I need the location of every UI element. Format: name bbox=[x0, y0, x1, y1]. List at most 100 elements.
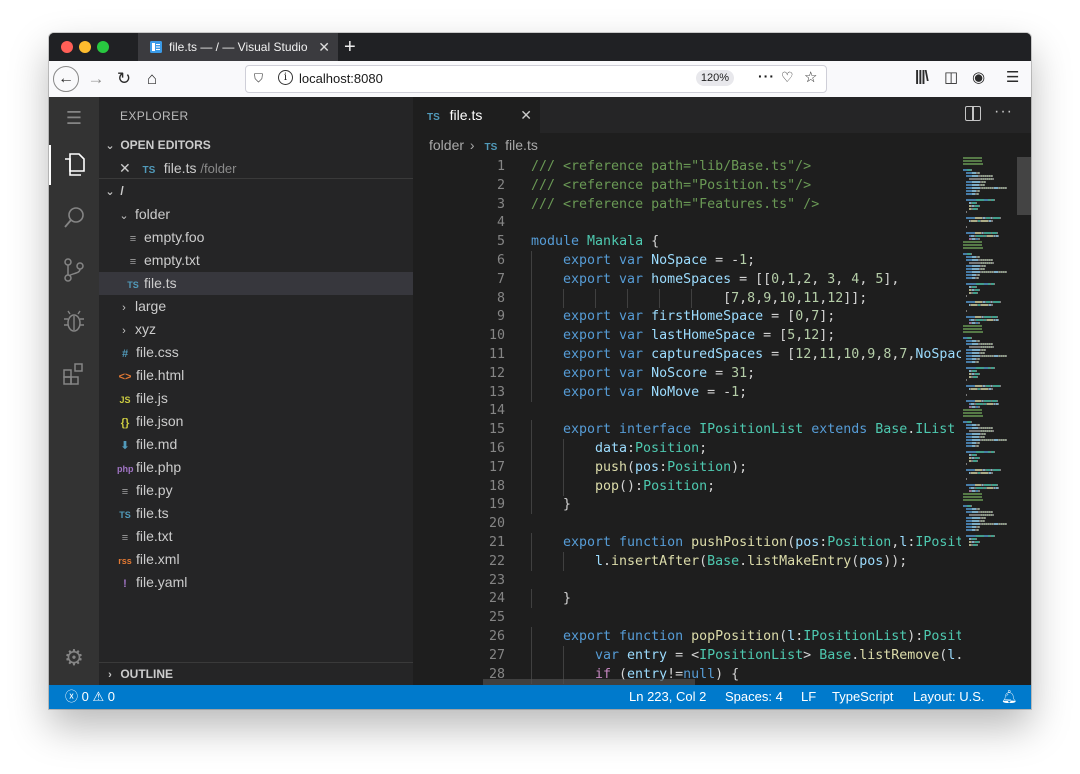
reload-icon[interactable]: ↻ bbox=[113, 68, 135, 90]
keyboard-layout[interactable]: Layout: U.S. bbox=[913, 685, 985, 709]
more-actions-icon[interactable]: ··· bbox=[994, 103, 1013, 121]
code-line[interactable]: 14 bbox=[413, 401, 961, 420]
tree-item[interactable]: {} file.json bbox=[99, 410, 413, 433]
hamburger-menu-icon[interactable]: ☰ bbox=[61, 105, 87, 131]
cursor-position[interactable]: Ln 223, Col 2 bbox=[629, 685, 706, 709]
tree-item[interactable]: ⌄ folder bbox=[99, 203, 413, 226]
tree-item[interactable]: › xyz bbox=[99, 318, 413, 341]
code-line[interactable]: 11 export var capturedSpaces = [12,11,10,… bbox=[413, 345, 961, 364]
settings-gear-icon[interactable]: ⚙ bbox=[61, 645, 87, 671]
explorer-files-icon[interactable] bbox=[61, 152, 87, 178]
code-line[interactable]: 7 export var homeSpaces = [[0,1,2, 3, 4, … bbox=[413, 269, 961, 289]
bookmark-star-icon[interactable]: ☆ bbox=[804, 68, 817, 86]
tree-item[interactable]: › large bbox=[99, 295, 413, 318]
tree-item[interactable]: ≡ file.txt bbox=[99, 525, 413, 548]
code-line[interactable]: 4 bbox=[413, 213, 961, 232]
source-control-icon[interactable] bbox=[61, 257, 87, 283]
breadcrumb-file[interactable]: file.ts bbox=[505, 137, 538, 153]
vertical-scrollbar[interactable] bbox=[1017, 157, 1031, 685]
forward-arrow-icon[interactable]: → bbox=[85, 68, 107, 90]
open-editor-item[interactable]: ✕ TS file.ts /folder bbox=[99, 157, 413, 180]
tree-item[interactable]: ! file.yaml bbox=[99, 571, 413, 594]
tree-item[interactable]: TS file.ts bbox=[99, 272, 413, 295]
workspace-root-section[interactable]: ⌄ / bbox=[99, 180, 413, 203]
tree-item[interactable]: # file.css bbox=[99, 341, 413, 364]
close-window-button[interactable] bbox=[61, 41, 73, 53]
minimap[interactable] bbox=[961, 157, 1017, 557]
back-arrow-icon[interactable]: ← bbox=[53, 66, 79, 92]
code-token: IPositionList bbox=[803, 629, 908, 644]
code-line[interactable]: 15 export interface IPositionList extends… bbox=[413, 420, 961, 440]
tree-item[interactable]: ≡ empty.txt bbox=[99, 249, 413, 272]
editor-tab-file-ts[interactable]: TS file.ts ✕ bbox=[413, 97, 540, 133]
code-line[interactable]: 27 var entry = <IPositionList> Base. listR… bbox=[413, 645, 961, 665]
tree-item[interactable]: ≡ empty.foo bbox=[99, 226, 413, 249]
code-token: export bbox=[563, 309, 620, 325]
code-line[interactable]: 5 module Mankala { bbox=[413, 232, 961, 251]
shield-icon[interactable]: ⛉ bbox=[254, 71, 263, 86]
code-line[interactable]: 22 l.insertAfter(Base.listMakeEntry(pos))… bbox=[413, 551, 961, 571]
home-icon[interactable]: ⌂ bbox=[141, 68, 163, 90]
tree-item[interactable]: TS file.ts bbox=[99, 502, 413, 525]
open-editors-section[interactable]: ⌄ OPEN EDITORS bbox=[99, 134, 413, 157]
code-line[interactable]: 17 push(pos:Position); bbox=[413, 457, 961, 477]
code-line[interactable]: 12 export var NoScore = 31; bbox=[413, 363, 961, 383]
new-tab-button[interactable]: + bbox=[344, 35, 356, 59]
code-line[interactable]: 19} bbox=[413, 495, 961, 515]
code-line[interactable]: 8 [7,8,9,10,11,12]]; bbox=[413, 288, 961, 308]
code-line[interactable]: 10 export var lastHomeSpace = [5,12]; bbox=[413, 326, 961, 346]
code-line[interactable]: 13 export var NoMove = -1; bbox=[413, 382, 961, 402]
breadcrumb-folder[interactable]: folder bbox=[429, 137, 464, 153]
code-token: export bbox=[563, 365, 620, 381]
close-editor-icon[interactable]: ✕ bbox=[119, 157, 137, 180]
code-line[interactable]: 21 export function pushPosition(pos:Posit… bbox=[413, 533, 961, 552]
indentation-setting[interactable]: Spaces: 4 bbox=[725, 685, 783, 709]
sidebar-icon[interactable]: ◫ bbox=[944, 68, 958, 86]
debug-bug-icon[interactable] bbox=[61, 309, 87, 335]
address-bar[interactable]: ⛉ i localhost:8080 120% ··· ♡ ☆ bbox=[245, 65, 827, 93]
outline-label: OUTLINE bbox=[120, 667, 174, 681]
outline-section[interactable]: › OUTLINE bbox=[99, 663, 413, 686]
tree-item[interactable]: ≡ file.py bbox=[99, 479, 413, 502]
code-line[interactable]: 6 export var NoSpace = -1; bbox=[413, 251, 961, 270]
tree-item[interactable]: php file.php bbox=[99, 456, 413, 479]
code-line[interactable]: 3 /// <reference path="Features.ts" /> bbox=[413, 195, 961, 214]
tree-item[interactable]: ⬇ file.md bbox=[99, 433, 413, 456]
minimize-window-button[interactable] bbox=[79, 41, 91, 53]
code-line[interactable]: 24} bbox=[413, 589, 961, 609]
tree-item[interactable]: <> file.html bbox=[99, 364, 413, 387]
info-icon[interactable]: i bbox=[278, 70, 293, 85]
notifications-bell-icon[interactable]: 🔔︎ bbox=[1001, 685, 1018, 709]
extensions-icon[interactable] bbox=[61, 361, 87, 387]
maximize-window-button[interactable] bbox=[97, 41, 109, 53]
tree-item[interactable]: rss file.xml bbox=[99, 548, 413, 571]
scrollbar-thumb[interactable] bbox=[1017, 157, 1031, 215]
code-line[interactable]: 20 bbox=[413, 514, 961, 533]
end-of-line[interactable]: LF bbox=[801, 685, 816, 709]
browser-tab[interactable]: file.ts — / — Visual Studio Code ✕ bbox=[138, 33, 338, 61]
code-line[interactable]: 9 export var firstHomeSpace = [0,7]; bbox=[413, 307, 961, 327]
code-line[interactable]: 1 /// <reference path="lib/Base.ts"/> bbox=[413, 157, 961, 176]
code-line[interactable]: 16 data:Position; bbox=[413, 439, 961, 458]
url-text[interactable]: localhost:8080 bbox=[299, 71, 383, 86]
close-tab-icon[interactable]: ✕ bbox=[318, 39, 330, 55]
more-icon[interactable]: ··· bbox=[758, 68, 775, 84]
language-mode[interactable]: TypeScript bbox=[832, 685, 893, 709]
code-line[interactable]: 18 pop():Position; bbox=[413, 476, 961, 496]
tree-item[interactable]: JS file.js bbox=[99, 387, 413, 410]
menu-icon[interactable]: ☰ bbox=[1006, 68, 1019, 86]
account-icon[interactable]: ◉ bbox=[972, 68, 985, 86]
close-tab-icon[interactable]: ✕ bbox=[520, 97, 532, 133]
code-line[interactable]: 25 bbox=[413, 608, 961, 627]
minimap-line bbox=[977, 208, 978, 210]
split-editor-icon[interactable] bbox=[965, 106, 981, 121]
problems-indicator[interactable]: ⓧ 0 ⚠ 0 bbox=[65, 685, 115, 709]
code-line[interactable]: 23 bbox=[413, 571, 961, 590]
code-line[interactable]: 2 /// <reference path="Position.ts"/> bbox=[413, 176, 961, 195]
zoom-level-badge[interactable]: 120% bbox=[696, 70, 734, 86]
pocket-icon[interactable]: ♡ bbox=[781, 69, 794, 86]
code-line[interactable]: 26 export function popPosition(l:IPositio… bbox=[413, 627, 961, 646]
search-icon[interactable] bbox=[61, 205, 87, 231]
library-icon[interactable]: |||\ bbox=[915, 68, 929, 85]
code-editor[interactable]: 1 /// <reference path="lib/Base.ts"/> 2 ///… bbox=[413, 157, 961, 685]
